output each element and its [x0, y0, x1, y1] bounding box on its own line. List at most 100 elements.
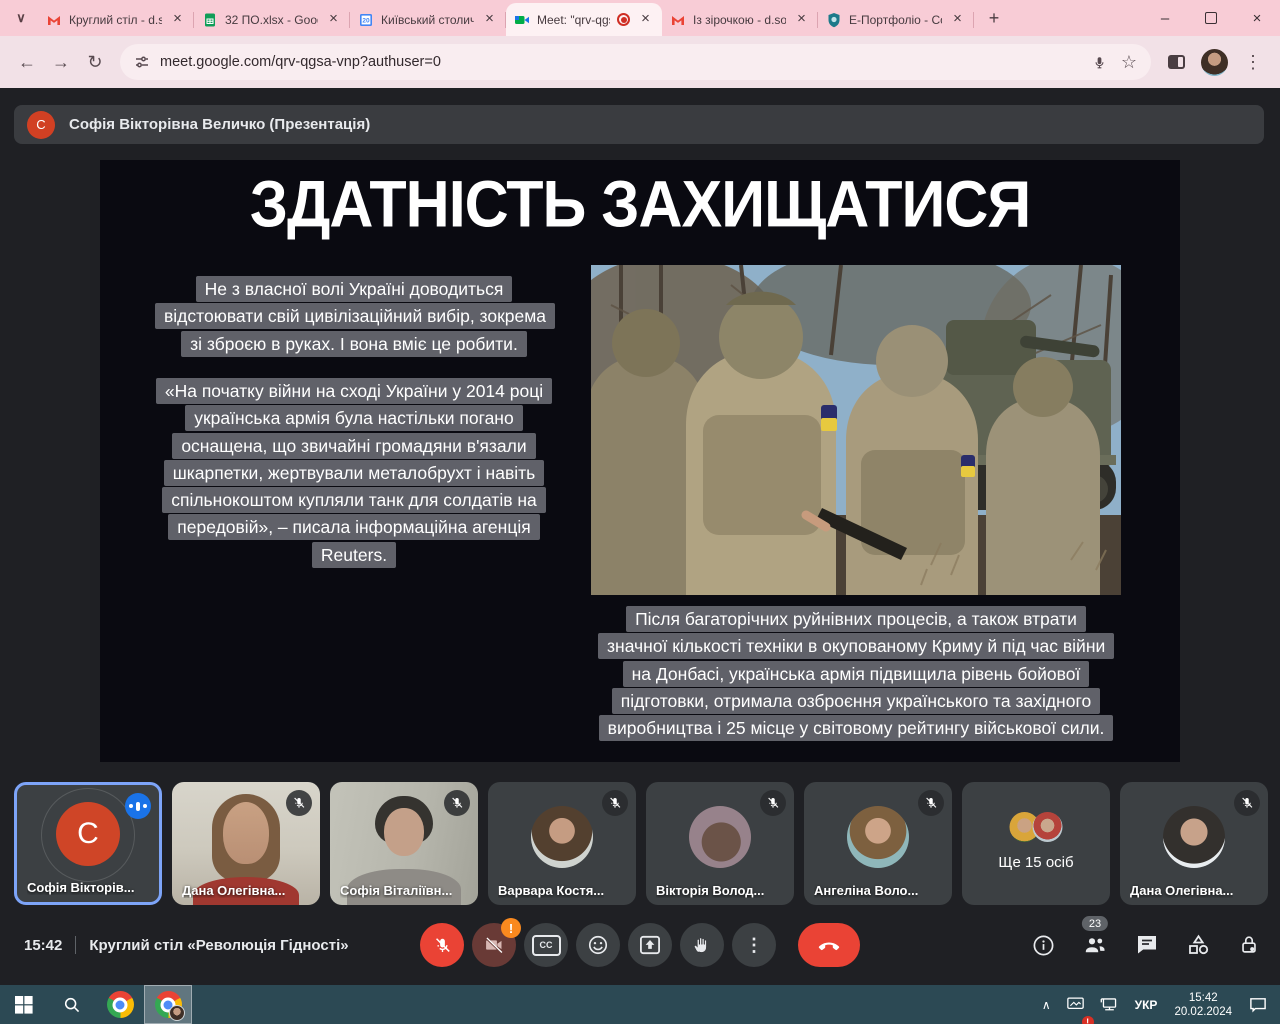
chat-panel-button[interactable]	[1135, 933, 1159, 957]
close-icon[interactable]: ×	[637, 11, 654, 28]
window-controls: – ×	[1142, 0, 1280, 36]
participant-tile-sofiia-vitaliivna[interactable]: Софія Віталіївн...	[330, 782, 478, 905]
presenter-name: Софія Вікторівна Величко (Презентація)	[69, 116, 370, 133]
participants-panel-button[interactable]: 23	[1082, 933, 1108, 957]
overflow-avatars	[1010, 812, 1063, 842]
calendar-icon: 20	[358, 12, 374, 28]
slide-paragraph-3: Після багаторічних руйнівних процесів, а…	[598, 606, 1114, 742]
host-controls-button[interactable]	[1238, 933, 1260, 957]
slide-title: ЗДАТНІСТЬ ЗАХИЩАТИСЯ	[100, 166, 1180, 242]
participant-tile-dana-1[interactable]: Дана Олегівна...	[172, 782, 320, 905]
browser-menu-button[interactable]: ⋮	[1236, 45, 1270, 79]
chrome-icon	[107, 991, 134, 1018]
maximize-button[interactable]	[1188, 0, 1234, 36]
forward-button[interactable]: →	[44, 45, 78, 79]
browser-toolbar: ← → ↻ meet.google.com/qrv-qgsa-vnp?authu…	[0, 36, 1280, 88]
present-button[interactable]	[628, 923, 672, 967]
language-indicator[interactable]: УКР	[1130, 985, 1163, 1024]
participant-tile-varvara[interactable]: Варвара Костя...	[488, 782, 636, 905]
close-icon[interactable]: ×	[325, 11, 342, 28]
taskbar-chrome-button[interactable]	[96, 985, 144, 1024]
taskbar-chrome-active-button[interactable]	[144, 985, 192, 1024]
url-text[interactable]: meet.google.com/qrv-qgsa-vnp?authuser=0	[160, 54, 1082, 70]
search-icon	[63, 996, 81, 1014]
address-bar[interactable]: meet.google.com/qrv-qgsa-vnp?authuser=0 …	[120, 44, 1151, 80]
taskbar-search-button[interactable]	[48, 985, 96, 1024]
tray-network-icon[interactable]	[1095, 985, 1124, 1024]
profile-avatar[interactable]	[1201, 49, 1228, 76]
mic-off-icon	[760, 790, 786, 816]
minimize-button[interactable]: –	[1142, 0, 1188, 36]
back-button[interactable]: ←	[10, 45, 44, 79]
raise-hand-button[interactable]	[680, 923, 724, 967]
side-panel-button[interactable]	[1159, 45, 1193, 79]
close-icon[interactable]: ×	[949, 11, 966, 28]
tray-chevron-icon[interactable]: ∧	[1037, 985, 1056, 1024]
tab-meet-active[interactable]: Meet: "qrv-qgs ×	[506, 3, 662, 36]
mic-off-icon	[444, 790, 470, 816]
windows-taskbar: ∧ ! УКР 15:42 20.02.2024	[0, 985, 1280, 1024]
captions-icon: CC	[532, 935, 561, 956]
tab-gmail-2[interactable]: Із зірочкою - d.so ×	[662, 3, 818, 36]
tray-display-alert-icon[interactable]: !	[1062, 985, 1089, 1024]
sheets-icon	[202, 12, 218, 28]
action-center-button[interactable]	[1244, 985, 1272, 1024]
slide-paragraph-2: «На початку війни на сході України у 201…	[155, 378, 553, 569]
address-bar-actions: ☆	[1092, 52, 1137, 73]
portfolio-shield-icon	[826, 12, 842, 28]
tab-label: Meet: "qrv-qgs	[537, 13, 610, 27]
participant-name: Дана Олегівна...	[1130, 883, 1233, 898]
meet-control-bar: 15:42 Круглий стіл «Революція Гідності» …	[0, 905, 1280, 985]
participant-tile-anhelina[interactable]: Ангеліна Воло...	[804, 782, 952, 905]
participant-tile-viktoriia[interactable]: Вікторія Волод...	[646, 782, 794, 905]
close-window-button[interactable]: ×	[1234, 0, 1280, 36]
new-tab-button[interactable]: +	[980, 4, 1008, 32]
meeting-details-button[interactable]	[1032, 934, 1055, 957]
mic-permission-icon[interactable]	[1092, 55, 1107, 70]
recording-icon	[617, 13, 630, 26]
gmail-icon	[46, 12, 62, 28]
bookmark-star-icon[interactable]: ☆	[1121, 52, 1137, 73]
smiley-icon	[587, 934, 609, 956]
hand-icon	[692, 935, 712, 955]
participant-tile-overflow[interactable]: Ще 15 осіб	[962, 782, 1110, 905]
more-options-button[interactable]: ⋮	[732, 923, 776, 967]
taskbar-clock[interactable]: 15:42 20.02.2024	[1168, 991, 1238, 1019]
participant-name: Ангеліна Воло...	[814, 883, 918, 898]
participant-tile-sofiia-viktorivna[interactable]: С Софія Вікторів...	[14, 782, 162, 905]
mic-off-icon	[918, 790, 944, 816]
tab-calendar[interactable]: 20 Київський столичн ×	[350, 3, 506, 36]
participant-photo-avatar	[531, 806, 593, 868]
reactions-button[interactable]	[576, 923, 620, 967]
participant-photo-avatar	[1163, 806, 1225, 868]
taskbar-time: 15:42	[1189, 992, 1218, 1004]
people-icon	[1082, 933, 1108, 957]
participant-name: Дана Олегівна...	[182, 883, 285, 898]
close-icon[interactable]: ×	[481, 11, 498, 28]
windows-logo-icon	[15, 996, 33, 1014]
tab-label: Е-Портфоліо - Co	[849, 13, 942, 27]
reload-button[interactable]: ↻	[78, 45, 112, 79]
presentation-slide: ЗДАТНІСТЬ ЗАХИЩАТИСЯ Не з власної волі У…	[100, 160, 1180, 762]
mic-off-icon	[1234, 790, 1260, 816]
tab-search-icon[interactable]: ∨	[6, 3, 36, 33]
participant-tile-dana-2[interactable]: Дана Олегівна...	[1120, 782, 1268, 905]
tab-portfolio[interactable]: Е-Портфоліо - Co ×	[818, 3, 974, 36]
close-icon[interactable]: ×	[793, 11, 810, 28]
meet-icon	[514, 12, 530, 28]
start-button[interactable]	[0, 985, 48, 1024]
camera-toggle-button[interactable]: !	[472, 923, 516, 967]
activities-button[interactable]	[1186, 933, 1211, 957]
site-settings-icon[interactable]	[134, 54, 150, 70]
captions-button[interactable]: CC	[524, 923, 568, 967]
tab-gmail-1[interactable]: Круглий стіл - d.so ×	[38, 3, 194, 36]
tab-label: Із зірочкою - d.so	[693, 13, 786, 27]
camera-alert-badge: !	[501, 918, 521, 938]
present-icon	[639, 935, 661, 955]
end-call-button[interactable]	[798, 923, 860, 967]
close-icon[interactable]: ×	[169, 11, 186, 28]
clock-time: 15:42	[24, 937, 62, 954]
chat-icon	[1135, 933, 1159, 957]
tab-sheets[interactable]: 32 ПО.xlsx - Goog ×	[194, 3, 350, 36]
mic-toggle-button[interactable]	[420, 923, 464, 967]
